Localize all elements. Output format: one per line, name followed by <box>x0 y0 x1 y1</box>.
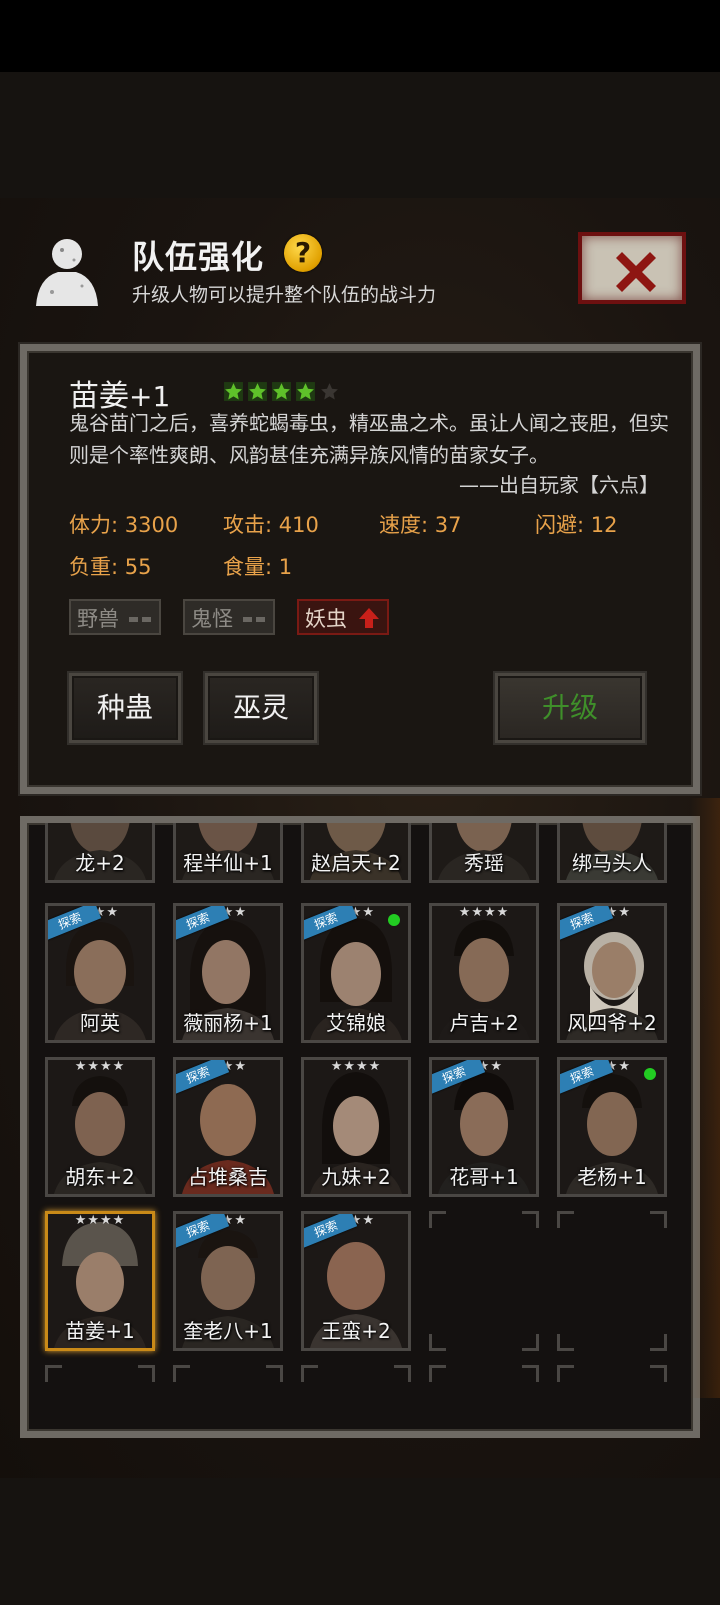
empty-slot <box>429 1211 539 1351</box>
tag-beast: 野兽 <box>69 599 161 635</box>
star-empty-icon <box>321 383 338 400</box>
tag-label: 妖虫 <box>305 607 347 631</box>
stat-value: 55 <box>124 555 152 579</box>
character-card-name: 占堆桑吉 <box>188 1165 268 1189</box>
character-card[interactable]: ★★★ 探索 王蛮+2 <box>301 1211 411 1351</box>
empty-slot <box>557 1365 667 1431</box>
character-roster: 龙+2 程半仙+1 赵启天+2 秀瑶 绑马头人 ★★★ 探索 阿英 ★★★ 探索… <box>20 816 700 1438</box>
character-card[interactable]: ★★★★ 胡东+2 <box>45 1057 155 1197</box>
character-stars <box>223 381 340 402</box>
stat-value: 12 <box>590 513 618 537</box>
neutral-dash-icon <box>243 617 265 622</box>
stat-label: 速度: <box>379 513 429 537</box>
stat-label: 体力: <box>69 513 119 537</box>
character-card-name: 苗姜+1 <box>65 1319 135 1343</box>
person-silhouette-icon <box>36 239 98 306</box>
character-card-stars: ★★★★ <box>330 1059 382 1074</box>
character-card[interactable]: ★★★ 探索 奎老八+1 <box>173 1211 283 1351</box>
stat-value: 1 <box>278 555 293 579</box>
character-card-name: 阿英 <box>80 1011 120 1035</box>
stat-label: 负重: <box>69 555 119 579</box>
stat-attack: 攻击: 410 <box>223 509 319 539</box>
star-filled-icon <box>224 382 243 401</box>
character-card[interactable]: 赵启天+2 <box>301 823 411 883</box>
stat-stamina: 体力: 3300 <box>69 509 178 539</box>
character-card-name: 秀瑶 <box>464 851 504 875</box>
character-card[interactable]: 龙+2 <box>45 823 155 883</box>
stat-value: 410 <box>278 513 319 537</box>
character-card[interactable]: ★★★ 探索 艾锦娘 <box>301 903 411 1043</box>
empty-slot <box>173 1365 283 1431</box>
character-card[interactable]: ★★★ 探索 阿英 <box>45 903 155 1043</box>
character-card-name: 龙+2 <box>75 851 125 875</box>
help-icon[interactable]: ? <box>284 234 322 272</box>
character-card-name: 奎老八+1 <box>183 1319 273 1343</box>
stat-label: 闪避: <box>535 513 585 537</box>
character-card[interactable]: 秀瑶 <box>429 823 539 883</box>
character-card[interactable]: 绑马头人 <box>557 823 667 883</box>
tag-label: 鬼怪 <box>191 607 233 631</box>
close-button[interactable] <box>578 232 686 304</box>
character-card-name: 胡东+2 <box>65 1165 135 1189</box>
character-card[interactable]: ★★★★ 卢吉+2 <box>429 903 539 1043</box>
empty-slot <box>45 1365 155 1431</box>
character-card[interactable]: ★★★ 探索 老杨+1 <box>557 1057 667 1197</box>
stat-label: 攻击: <box>223 513 273 537</box>
skill-button-wuling[interactable]: 巫灵 <box>205 673 317 743</box>
star-filled-icon <box>248 382 267 401</box>
stat-value: 37 <box>434 513 462 537</box>
empty-slot <box>557 1211 667 1351</box>
skill-button-zhonggu[interactable]: 种蛊 <box>69 673 181 743</box>
character-card-name: 老杨+1 <box>577 1165 647 1189</box>
empty-slot <box>301 1365 411 1431</box>
tag-ghost: 鬼怪 <box>183 599 275 635</box>
stat-speed: 速度: 37 <box>379 509 462 539</box>
character-detail-panel: 苗姜+1 鬼谷苗门之后，喜养蛇蝎毒虫，精巫蛊之术。虽让人闻之丧胆，但实则是个率性… <box>20 344 700 794</box>
stat-value: 3300 <box>124 513 179 537</box>
stat-label: 食量: <box>223 555 273 579</box>
character-card-name: 绑马头人 <box>572 851 652 875</box>
active-status-dot <box>388 914 400 926</box>
character-card-name: 薇丽杨+1 <box>183 1011 273 1035</box>
character-card-stars: ★★★★ <box>458 905 510 920</box>
empty-slot <box>429 1365 539 1431</box>
team-upgrade-dialog: 队伍强化 ? 升级人物可以提升整个队伍的战斗力 苗姜+1 鬼谷苗门之后，喜养蛇蝎… <box>0 198 720 1478</box>
character-card[interactable]: ★★★★ 九妹+2 <box>301 1057 411 1197</box>
character-description: 鬼谷苗门之后，喜养蛇蝎毒虫，精巫蛊之术。虽让人闻之丧胆，但实则是个率性爽朗、风韵… <box>69 411 669 467</box>
character-card[interactable]: ★★★ 探索 花哥+1 <box>429 1057 539 1197</box>
character-card-name: 赵启天+2 <box>311 851 401 875</box>
tag-label: 野兽 <box>77 607 119 631</box>
arrow-up-icon <box>359 608 379 628</box>
status-bar <box>0 0 720 72</box>
dialog-title: 队伍强化 <box>132 238 265 276</box>
character-card-stars: ★★★★ <box>74 1213 126 1228</box>
active-status-dot <box>644 1068 656 1080</box>
character-card[interactable]: ★★★ 探索 风四爷+2 <box>557 903 667 1043</box>
character-card-stars: ★★★★ <box>74 1059 126 1074</box>
star-filled-icon <box>272 382 291 401</box>
neutral-dash-icon <box>129 617 151 622</box>
star-filled-icon <box>296 382 315 401</box>
character-card[interactable]: 程半仙+1 <box>173 823 283 883</box>
character-card-selected[interactable]: ★★★★ 苗姜+1 <box>45 1211 155 1351</box>
character-card-name: 卢吉+2 <box>449 1011 519 1035</box>
stat-dodge: 闪避: 12 <box>535 509 618 539</box>
character-card-name: 王蛮+2 <box>321 1319 391 1343</box>
character-quote: ——出自玩家【六点】 <box>459 473 659 497</box>
stat-load: 负重: 55 <box>69 551 152 581</box>
close-x-icon <box>616 252 656 292</box>
stat-food: 食量: 1 <box>223 551 292 581</box>
character-card-name: 风四爷+2 <box>567 1011 657 1035</box>
character-card[interactable]: ★★★ 探索 占堆桑吉 <box>173 1057 283 1197</box>
character-card[interactable]: ★★★ 探索 薇丽杨+1 <box>173 903 283 1043</box>
character-card-name: 艾锦娘 <box>326 1011 386 1035</box>
character-card-name: 程半仙+1 <box>183 851 273 875</box>
character-card-name: 九妹+2 <box>321 1165 391 1189</box>
character-card-name: 花哥+1 <box>449 1165 519 1189</box>
dialog-subtitle: 升级人物可以提升整个队伍的战斗力 <box>132 284 437 306</box>
upgrade-button[interactable]: 升级 <box>495 673 645 743</box>
tag-insect: 妖虫 <box>297 599 389 635</box>
